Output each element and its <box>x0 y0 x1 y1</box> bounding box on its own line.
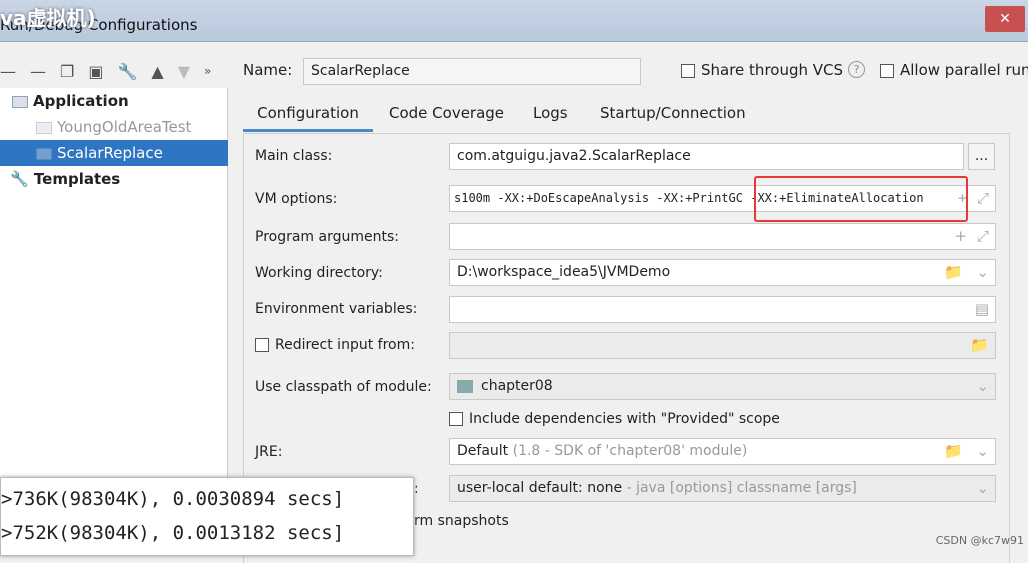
checkbox[interactable] <box>255 338 269 352</box>
name-input[interactable]: ScalarReplace <box>303 58 641 85</box>
application-icon <box>12 95 28 108</box>
tree-toolbar: — — ❐ ▣ 🔧 ▲ ▼ » <box>0 58 211 84</box>
overlay-caption: va虚拟机) <box>0 6 96 30</box>
working-dir-input[interactable]: D:\workspace_idea5\JVMDemo ⌄ 📁 <box>449 259 996 286</box>
chevron-down-icon[interactable]: ⌄ <box>976 476 989 501</box>
title-bar: Run/Debug Configurations va虚拟机) ✕ <box>0 0 1028 42</box>
jre-hint: (1.8 - SDK of 'chapter08' module) <box>512 443 748 459</box>
share-vcs-checkbox[interactable]: Share through VCS <box>681 61 843 79</box>
redirect-input-checkbox[interactable]: Redirect input from: <box>255 337 415 353</box>
main-class-input[interactable]: com.atguigu.java2.ScalarReplace <box>449 143 964 170</box>
chevron-down-icon[interactable]: ⌄ <box>976 260 989 285</box>
env-vars-label: Environment variables: <box>255 301 418 317</box>
shorten-label: : <box>414 481 419 497</box>
name-label: Name: <box>243 61 293 79</box>
classpath-select[interactable]: chapter08 ⌄ <box>449 373 996 400</box>
minus-icon[interactable]: — <box>0 62 16 81</box>
tree-item-youngoldareatest[interactable]: YoungOldAreaTest <box>0 114 228 140</box>
working-dir-label: Working directory: <box>255 265 383 281</box>
checkbox[interactable] <box>681 63 695 78</box>
tab-logs[interactable]: Logs <box>533 100 568 132</box>
folder-icon[interactable]: 📁 <box>970 333 989 358</box>
folder-icon[interactable]: 📁 <box>944 439 963 464</box>
copy-icon[interactable]: ❐ <box>60 62 74 81</box>
console-overlay: >736K(98304K), 0.0030894 secs] >752K(983… <box>0 477 414 556</box>
watermark: CSDN @kc7w91 <box>935 534 1024 547</box>
tree-item-label: Templates <box>33 170 121 188</box>
main-class-label: Main class: <box>255 148 333 164</box>
highlight-box <box>754 176 968 222</box>
tab-code-coverage[interactable]: Code Coverage <box>389 100 504 132</box>
arrow-down-icon[interactable]: ▼ <box>178 62 190 81</box>
shorten-select[interactable]: user-local default: none - java [options… <box>449 475 996 502</box>
checkbox[interactable] <box>880 63 894 78</box>
snapshots-label: rm snapshots <box>414 513 509 529</box>
console-line: >736K(98304K), 0.0030894 secs] <box>1 488 345 510</box>
arrow-up-icon[interactable]: ▲ <box>151 62 163 81</box>
include-deps-label: Include dependencies with "Provided" sco… <box>469 411 780 427</box>
vm-options-text: s100m -XX:+DoEscapeAnalysis -XX:+PrintGC <box>454 191 743 205</box>
browse-button[interactable]: ... <box>968 143 995 170</box>
module-icon <box>457 379 473 393</box>
folder-icon[interactable]: 📁 <box>944 260 963 285</box>
close-button[interactable]: ✕ <box>985 6 1025 32</box>
vm-options-label: VM options: <box>255 191 338 207</box>
tab-startup-connection[interactable]: Startup/Connection <box>600 100 746 132</box>
application-icon <box>36 147 52 160</box>
classpath-value: chapter08 <box>481 378 553 394</box>
application-icon <box>36 121 52 134</box>
include-deps-checkbox[interactable]: Include dependencies with "Provided" sco… <box>449 411 780 427</box>
wrench-icon: 🔧 <box>10 170 29 188</box>
expand-icon[interactable]: ⤢ <box>977 224 989 249</box>
env-vars-input[interactable]: ▤ <box>449 296 996 323</box>
document-icon[interactable]: ▤ <box>975 297 989 322</box>
minus-icon[interactable]: — <box>30 62 46 81</box>
tree-item-application[interactable]: Application <box>0 88 228 114</box>
expand-icon[interactable]: ⤢ <box>977 186 989 211</box>
chevron-down-icon[interactable]: ⌄ <box>976 374 989 399</box>
help-icon[interactable]: ? <box>848 61 865 78</box>
plus-icon[interactable]: + <box>954 224 967 249</box>
parallel-label: Allow parallel run <box>900 61 1028 79</box>
console-line: >752K(98304K), 0.0013182 secs] <box>1 522 345 544</box>
program-args-input[interactable]: ⤢ + <box>449 223 996 250</box>
wrench-icon[interactable]: 🔧 <box>117 62 137 81</box>
redirect-input[interactable]: 📁 <box>449 332 996 359</box>
classpath-label: Use classpath of module: <box>255 379 432 395</box>
jre-select[interactable]: Default (1.8 - SDK of 'chapter08' module… <box>449 438 996 465</box>
checkbox[interactable] <box>449 412 463 426</box>
working-dir-value: D:\workspace_idea5\JVMDemo <box>457 264 671 280</box>
tab-configuration[interactable]: Configuration <box>243 100 373 132</box>
tree-item-label: Application <box>33 92 129 110</box>
tree-item-label: ScalarReplace <box>57 144 163 162</box>
jre-value: Default <box>457 443 509 459</box>
tree-item-label: YoungOldAreaTest <box>57 118 192 136</box>
save-icon[interactable]: ▣ <box>88 62 103 81</box>
redirect-label: Redirect input from: <box>275 337 415 353</box>
tree-item-scalarreplace[interactable]: ScalarReplace <box>0 140 228 166</box>
more-icon[interactable]: » <box>204 64 211 78</box>
shorten-value: user-local default: none <box>457 480 623 496</box>
jre-label: JRE: <box>255 444 283 460</box>
chevron-down-icon[interactable]: ⌄ <box>976 439 989 464</box>
share-label: Share through VCS <box>701 61 844 79</box>
program-args-label: Program arguments: <box>255 229 399 245</box>
allow-parallel-checkbox[interactable]: Allow parallel run <box>880 61 1028 79</box>
tree-item-templates[interactable]: 🔧 Templates <box>0 166 228 192</box>
shorten-hint: - java [options] classname [args] <box>622 480 857 496</box>
